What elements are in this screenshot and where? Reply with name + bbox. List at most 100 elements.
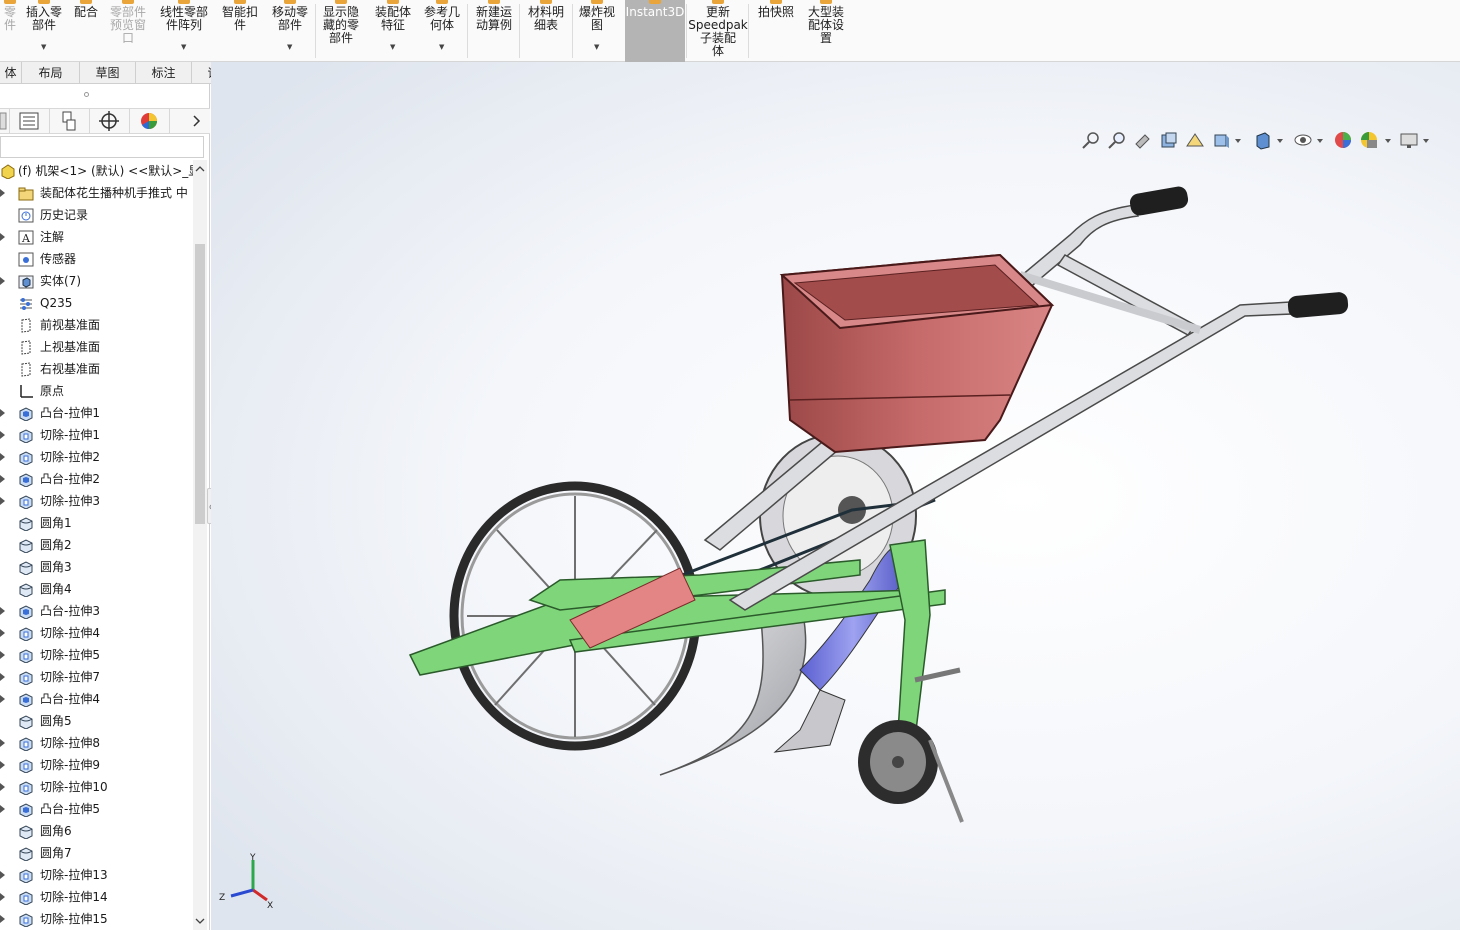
expand-arrow-icon[interactable] [0,695,5,703]
dropdown-arrow-icon[interactable]: ▼ [181,41,186,54]
tree-item[interactable]: 装配体花生播种机手推式 中 [0,182,193,204]
expand-arrow-icon[interactable] [0,629,5,637]
dropdown-arrow-icon[interactable] [1421,130,1441,150]
expand-arrow-icon[interactable] [0,915,5,923]
tab-0[interactable]: 体 [0,62,22,84]
tree-item[interactable]: 凸台-拉伸5 [0,798,193,820]
graphics-viewport[interactable]: Y X Z [211,62,1460,930]
dropdown-arrow-icon[interactable]: ▼ [439,41,444,54]
tree-item[interactable]: 圆角7 [0,842,193,864]
tree-item[interactable]: A 注解 [0,226,193,248]
zoom-to-fit-icon[interactable] [1081,130,1101,150]
edit-appearance-icon[interactable] [1333,130,1353,150]
tree-item[interactable]: 切除-拉伸13 [0,864,193,886]
expand-arrow-icon[interactable] [0,189,5,197]
tree-item[interactable]: 上视基准面 [0,336,193,358]
tree-item[interactable]: 前视基准面 [0,314,193,336]
scrollbar-thumb[interactable] [195,244,205,524]
view-settings-icon[interactable] [1399,130,1419,150]
dropdown-arrow-icon[interactable]: ▼ [41,41,46,54]
tree-item[interactable]: 切除-拉伸1 [0,424,193,446]
tree-item[interactable]: 切除-拉伸7 [0,666,193,688]
ribbon-button-12[interactable]: 爆炸视 图 ▼ [572,0,622,62]
tree-item[interactable]: 圆角1 [0,512,193,534]
dropdown-arrow-icon[interactable]: ▼ [287,41,292,54]
expand-arrow-icon[interactable] [0,651,5,659]
feature-tree-filter[interactable] [0,136,204,158]
ribbon-button-0[interactable]: 零 件 [0,0,20,62]
ribbon-button-9[interactable]: 参考几 何体 ▼ [418,0,466,62]
feature-tree-scrollbar[interactable] [193,160,207,930]
tree-item[interactable]: 凸台-拉伸4 [0,688,193,710]
tree-item[interactable]: 实体(7) [0,270,193,292]
ribbon-button-1[interactable]: 插入零 部件 ▼ [22,0,66,62]
tree-root-item[interactable]: (f) 机架<1> (默认) <<默认>_显 [0,160,193,182]
tab-dimxpert-manager[interactable] [90,109,130,133]
ribbon-button-16[interactable]: 大型装 配体设 置 [802,0,850,62]
dropdown-arrow-icon[interactable] [1233,130,1253,150]
scroll-down-icon[interactable] [193,914,207,928]
previous-view-icon[interactable] [1133,130,1153,150]
panel-more-tabs-button[interactable] [170,109,210,133]
display-style-icon[interactable] [1253,130,1273,150]
expand-arrow-icon[interactable] [0,431,5,439]
tab-configuration-manager[interactable] [50,109,90,133]
zoom-to-area-icon[interactable] [1107,130,1127,150]
tab-display-manager[interactable] [130,109,170,133]
expand-arrow-icon[interactable] [0,233,5,241]
panel-grip-icon[interactable] [84,92,89,97]
tree-item[interactable]: 圆角3 [0,556,193,578]
section-view-icon[interactable] [1159,130,1179,150]
tree-item[interactable]: 右视基准面 [0,358,193,380]
tree-item[interactable]: 切除-拉伸10 [0,776,193,798]
ribbon-button-10[interactable]: 新建运 动算例 [470,0,518,62]
tree-item[interactable]: 切除-拉伸3 [0,490,193,512]
dropdown-arrow-icon[interactable] [1275,130,1295,150]
expand-arrow-icon[interactable] [0,761,5,769]
expand-arrow-icon[interactable] [0,409,5,417]
expand-arrow-icon[interactable] [0,739,5,747]
apply-scene-icon[interactable] [1359,130,1379,150]
tree-item[interactable]: 圆角6 [0,820,193,842]
tree-item[interactable]: 原点 [0,380,193,402]
ribbon-button-6[interactable]: 移动零 部件 ▼ [266,0,314,62]
expand-arrow-icon[interactable] [0,277,5,285]
tree-item[interactable]: 传感器 [0,248,193,270]
tab-feature-manager[interactable] [0,109,10,133]
ribbon-button-5[interactable]: 智能扣 件 [216,0,264,62]
ribbon-button-15[interactable]: 拍快照 [752,0,800,62]
dynamic-annotation-icon[interactable] [1185,130,1205,150]
tree-item[interactable]: 切除-拉伸5 [0,644,193,666]
expand-arrow-icon[interactable] [0,607,5,615]
tab-property-manager[interactable] [10,109,50,133]
tree-item[interactable]: 历史记录 [0,204,193,226]
tree-item[interactable]: Q235 [0,292,193,314]
expand-arrow-icon[interactable] [0,893,5,901]
expand-arrow-icon[interactable] [0,497,5,505]
tab-3[interactable]: 标注 [136,62,192,84]
ribbon-button-8[interactable]: 装配体 特征 ▼ [368,0,418,62]
ribbon-button-11[interactable]: 材料明 细表 [522,0,570,62]
ribbon-button-7[interactable]: 显示隐 藏的零 部件 [316,0,366,62]
expand-arrow-icon[interactable] [0,805,5,813]
tree-item[interactable]: 切除-拉伸9 [0,754,193,776]
tree-item[interactable]: 切除-拉伸14 [0,886,193,908]
tree-item[interactable]: 切除-拉伸4 [0,622,193,644]
ribbon-button-14[interactable]: 更新 Speedpak 子装配 体 [686,0,750,62]
tab-1[interactable]: 布局 [22,62,80,84]
dropdown-arrow-icon[interactable]: ▼ [390,41,395,54]
ribbon-button-4[interactable]: 线性零部 件阵列 ▼ [154,0,214,62]
dropdown-arrow-icon[interactable]: ▼ [594,41,599,54]
view-orientation-icon[interactable] [1211,130,1231,150]
tree-item[interactable]: 凸台-拉伸1 [0,402,193,424]
tree-item[interactable]: 切除-拉伸15 [0,908,193,930]
expand-arrow-icon[interactable] [0,783,5,791]
tree-item[interactable]: 切除-拉伸8 [0,732,193,754]
tab-2[interactable]: 草图 [80,62,136,84]
expand-arrow-icon[interactable] [0,453,5,461]
dropdown-arrow-icon[interactable] [1315,130,1335,150]
tree-item[interactable]: 切除-拉伸2 [0,446,193,468]
expand-arrow-icon[interactable] [0,475,5,483]
tree-item[interactable]: 圆角5 [0,710,193,732]
expand-arrow-icon[interactable] [0,871,5,879]
